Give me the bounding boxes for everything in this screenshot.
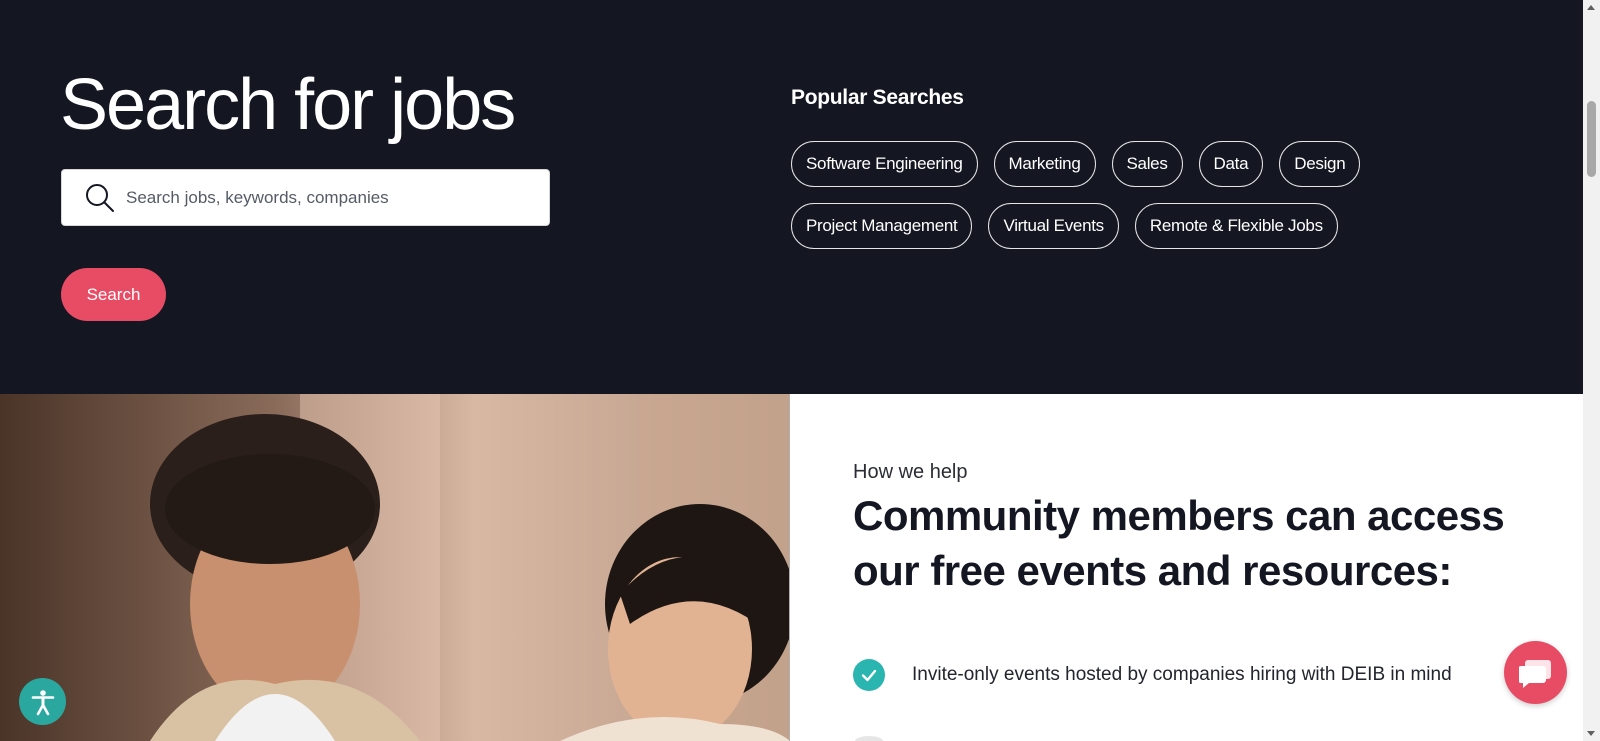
search-button[interactable]: Search [61,268,166,321]
scroll-thumb[interactable] [1587,101,1596,177]
chip-project-management[interactable]: Project Management [791,203,973,249]
chip-virtual-events[interactable]: Virtual Events [988,203,1119,249]
how-we-help-heading: Community members can access our free ev… [853,492,1505,594]
chat-button[interactable] [1504,641,1567,704]
page-scrollbar[interactable] [1583,0,1600,741]
chat-bubble-icon [1518,659,1551,688]
search-icon [84,182,116,214]
chip-remote-flexible-jobs[interactable]: Remote & Flexible Jobs [1134,203,1338,249]
job-search-hero: Search for jobs Search Popular Searches … [0,0,1583,394]
check-circle-icon [855,736,883,741]
chip-marketing[interactable]: Marketing [993,141,1096,187]
benefit-text: Invite-only events hosted by companies h… [912,664,1452,685]
chip-sales[interactable]: Sales [1111,141,1183,187]
check-circle-icon [853,659,885,691]
accessibility-icon [31,689,54,715]
community-photo [0,394,790,741]
how-we-help-eyebrow: How we help [853,461,968,483]
popular-searches-row-2: Project Management Virtual Events Remote… [791,203,1338,249]
chip-software-engineering[interactable]: Software Engineering [791,141,978,187]
page-title: Search for jobs [60,65,516,145]
popular-searches-title: Popular Searches [791,86,964,109]
chip-data[interactable]: Data [1198,141,1264,187]
popular-searches-row-1: Software Engineering Marketing Sales Dat… [791,141,1361,187]
accessibility-button[interactable] [19,678,66,725]
chip-design[interactable]: Design [1279,141,1361,187]
scroll-up-icon[interactable] [1587,5,1595,10]
scroll-down-icon[interactable] [1587,731,1595,736]
job-search-field[interactable] [61,169,550,226]
benefit-item: Invite-only events hosted by companies h… [853,659,1452,691]
search-input[interactable] [126,177,526,218]
